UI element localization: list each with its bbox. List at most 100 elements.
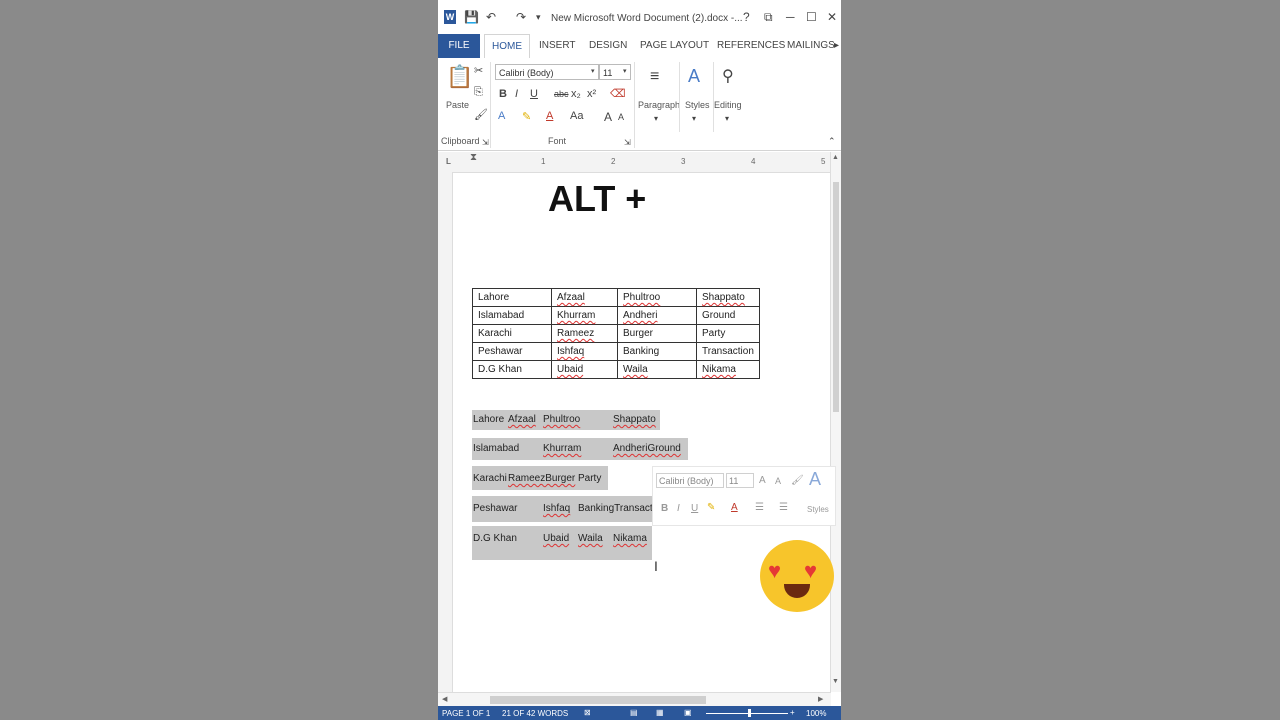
subscript-button[interactable]: x₂: [571, 88, 581, 100]
collapse-ribbon-icon[interactable]: ⌃: [828, 136, 836, 147]
undo-icon[interactable]: ↶: [486, 10, 496, 24]
table-cell[interactable]: Khurram: [551, 306, 618, 325]
scroll-left-icon[interactable]: ◀: [442, 695, 447, 703]
shrink-font-button[interactable]: A: [618, 112, 624, 122]
tab-selector-icon[interactable]: L: [446, 157, 451, 166]
grow-font-button[interactable]: A: [604, 110, 612, 124]
paragraph-dropdown-icon[interactable]: ▾: [654, 114, 658, 123]
table-cell[interactable]: Ground: [696, 306, 760, 325]
italic-button[interactable]: I: [515, 88, 518, 100]
bold-button[interactable]: B: [499, 88, 507, 100]
text-word[interactable]: Nikama: [613, 533, 647, 544]
tab-insert[interactable]: INSERT: [539, 40, 576, 51]
text-word[interactable]: AndheriGround: [613, 443, 681, 454]
format-painter-icon[interactable]: 🖌: [474, 108, 488, 121]
table-cell[interactable]: Ishfaq: [551, 342, 618, 361]
editing-dropdown-icon[interactable]: ▾: [725, 114, 729, 123]
table-cell[interactable]: Burger: [617, 324, 697, 343]
table-cell[interactable]: Andheri: [617, 306, 697, 325]
customize-quick-access-icon[interactable]: ▾: [536, 12, 541, 23]
table-cell[interactable]: Afzaal: [551, 288, 618, 307]
text-word[interactable]: Party: [578, 473, 601, 484]
read-mode-icon[interactable]: ▤: [630, 708, 638, 717]
mini-font-name-box[interactable]: Calibri (Body): [656, 473, 724, 488]
zoom-slider-thumb[interactable]: [748, 709, 751, 717]
paragraph-label[interactable]: Paragraph: [638, 100, 680, 110]
table-cell[interactable]: Islamabad: [472, 306, 552, 325]
horizontal-scrollbar[interactable]: ◀ ▶: [438, 692, 831, 707]
save-icon[interactable]: 💾: [464, 10, 479, 24]
mini-styles-label[interactable]: Styles: [807, 505, 829, 514]
table-cell[interactable]: Phultroo: [617, 288, 697, 307]
text-word[interactable]: Shappato: [613, 414, 656, 425]
paragraph-icon[interactable]: ≡: [650, 68, 659, 86]
font-name-dropdown-icon[interactable]: ▾: [591, 67, 595, 75]
strikethrough-button[interactable]: abc: [554, 89, 569, 99]
tab-page-layout[interactable]: PAGE LAYOUT: [640, 40, 709, 51]
mini-bullets-icon[interactable]: ☰: [755, 502, 764, 513]
scroll-down-icon[interactable]: ▼: [832, 678, 839, 685]
minimize-button[interactable]: ─: [786, 10, 795, 24]
superscript-button[interactable]: x²: [587, 88, 596, 100]
mini-highlight-icon[interactable]: ✎: [707, 502, 715, 513]
styles-icon[interactable]: A: [688, 66, 700, 87]
font-launcher-icon[interactable]: ⇲: [624, 138, 631, 147]
close-button[interactable]: ✕: [827, 10, 837, 24]
table-cell[interactable]: Lahore: [472, 288, 552, 307]
tab-design[interactable]: DESIGN: [589, 40, 627, 51]
cut-icon[interactable]: ✂: [474, 64, 483, 77]
mini-styles-icon[interactable]: A: [809, 469, 821, 490]
table-cell[interactable]: Waila: [617, 360, 697, 379]
mini-italic-button[interactable]: I: [677, 503, 680, 514]
tabs-scroll-right-icon[interactable]: ▸: [834, 40, 839, 51]
mini-font-size-box[interactable]: 11: [726, 473, 754, 488]
document-page[interactable]: [454, 175, 829, 690]
table-cell[interactable]: Transaction: [696, 342, 760, 361]
text-word[interactable]: Islamabad: [473, 443, 519, 454]
mini-grow-font-icon[interactable]: A: [759, 475, 766, 486]
redo-icon[interactable]: ↷: [516, 10, 526, 24]
table-cell[interactable]: Rameez: [551, 324, 618, 343]
text-word[interactable]: BankingTransacti: [578, 503, 655, 514]
mini-format-painter-icon[interactable]: 🖌: [791, 475, 804, 486]
vertical-scroll-thumb[interactable]: [833, 182, 839, 412]
tab-references[interactable]: REFERENCES: [717, 40, 785, 51]
text-word[interactable]: Phultroo: [543, 414, 580, 425]
zoom-in-icon[interactable]: +: [790, 708, 795, 717]
help-button[interactable]: ?: [743, 10, 750, 24]
zoom-level[interactable]: 100%: [806, 709, 826, 718]
mini-toolbar[interactable]: Calibri (Body) 11 A A 🖌 A B I U ✎ A ☰ ☰ …: [652, 466, 836, 526]
vertical-ruler[interactable]: [438, 172, 453, 692]
binoculars-icon[interactable]: ⚲: [722, 66, 734, 86]
horizontal-ruler[interactable]: L ⧗ 1 2 3 4 5: [438, 152, 841, 173]
tab-mailings[interactable]: MAILINGS: [787, 40, 835, 51]
table-cell[interactable]: Karachi: [472, 324, 552, 343]
text-word[interactable]: Peshawar: [473, 503, 517, 514]
proofing-icon[interactable]: ⊠: [584, 708, 591, 717]
mini-font-color-icon[interactable]: A: [731, 502, 738, 513]
mini-underline-button[interactable]: U: [691, 503, 698, 514]
copy-icon[interactable]: ⎘: [474, 86, 483, 99]
table-cell[interactable]: Banking: [617, 342, 697, 361]
table-cell[interactable]: Ubaid: [551, 360, 618, 379]
font-name-box[interactable]: Calibri (Body): [495, 64, 599, 80]
page-count[interactable]: PAGE 1 OF 1: [442, 709, 490, 718]
text-word[interactable]: Ishfaq: [543, 503, 570, 514]
change-case-button[interactable]: Aa: [570, 110, 583, 122]
table-cell[interactable]: D.G Khan: [472, 360, 552, 379]
text-word[interactable]: Waila: [578, 533, 603, 544]
word-count[interactable]: 21 OF 42 WORDS: [502, 709, 568, 718]
scroll-right-icon[interactable]: ▶: [818, 695, 823, 703]
text-effects-icon[interactable]: A: [498, 110, 505, 122]
ribbon-display-options-icon[interactable]: ⧉: [764, 10, 773, 25]
text-word[interactable]: Karachi: [473, 473, 507, 484]
zoom-slider[interactable]: [706, 713, 788, 714]
mini-numbering-icon[interactable]: ☰: [779, 502, 788, 513]
text-word[interactable]: Lahore: [473, 414, 504, 425]
text-word[interactable]: D.G Khan: [473, 533, 517, 544]
table-cell[interactable]: Nikama: [696, 360, 760, 379]
paste-label[interactable]: Paste: [446, 100, 469, 110]
paste-icon[interactable]: 📋: [446, 64, 473, 90]
document-table[interactable]: Lahore Afzaal Phultroo Shappato Islamaba…: [472, 288, 760, 379]
font-color-icon[interactable]: A: [546, 110, 553, 122]
